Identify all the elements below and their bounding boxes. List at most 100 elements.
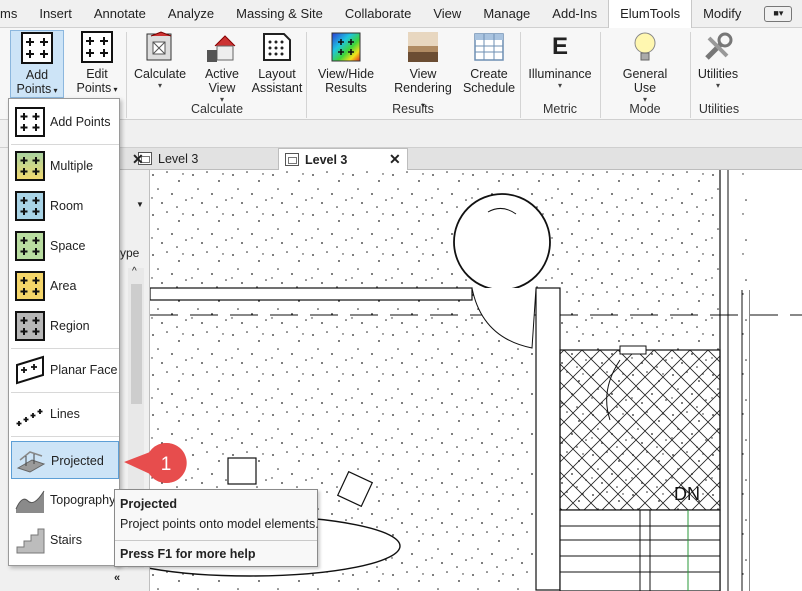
- menu-item-stairs[interactable]: Stairs: [11, 521, 119, 559]
- collapse-chevron-icon[interactable]: «: [114, 572, 120, 584]
- tab-ms[interactable]: ms: [0, 0, 28, 28]
- menu-item-add-points[interactable]: Add Points: [11, 103, 119, 141]
- utilities-button[interactable]: Utilities ▾: [696, 30, 740, 90]
- tab-level-3-a-label: Level 3: [158, 152, 199, 166]
- illuminance-button[interactable]: E Illuminance ▾: [526, 30, 594, 90]
- tab-insert[interactable]: Insert: [28, 0, 83, 28]
- group-label-metric: Metric: [542, 102, 578, 116]
- options-bar: [0, 120, 802, 148]
- tab-manage[interactable]: Manage: [472, 0, 541, 28]
- general-use-button[interactable]: General Use ▾: [610, 30, 680, 104]
- tab-level-3-a[interactable]: Level 3: [132, 148, 266, 170]
- stair-direction-label: DN: [674, 484, 700, 504]
- menu-separator: [11, 348, 119, 349]
- menu-item-label: Room: [50, 199, 84, 213]
- ribbon-toggle-icon[interactable]: ■▾: [764, 5, 793, 22]
- menu-item-label: Add Points: [50, 115, 111, 129]
- menu-item-label: Topography: [50, 493, 116, 507]
- view-rendering-label1: View: [409, 67, 437, 81]
- menu-item-planar-face[interactable]: Planar Face: [11, 351, 119, 389]
- menu-item-label: Multiple: [50, 159, 94, 173]
- add-points-button[interactable]: Add Points ▾: [10, 30, 64, 98]
- projected-points-icon: [16, 451, 46, 473]
- menu-item-label: Region: [50, 319, 90, 333]
- active-view-label2: View: [208, 81, 236, 95]
- edit-points-label2: Points: [76, 81, 112, 95]
- step-callout-badge: 1: [124, 443, 187, 483]
- menu-item-region[interactable]: Region: [11, 307, 119, 345]
- tooltip-divider: [115, 540, 317, 541]
- tab-level-3-b-label: Level 3: [305, 153, 348, 167]
- menu-separator: [11, 144, 119, 145]
- room-points-icon: [15, 191, 45, 221]
- layout-assistant-label1: Layout: [258, 67, 296, 81]
- tab-level-3-b[interactable]: Level 3 ✕: [278, 148, 408, 170]
- utilities-label: Utilities: [697, 67, 739, 81]
- menu-item-label: Planar Face: [50, 363, 118, 377]
- create-schedule-button[interactable]: Create Schedule: [462, 30, 516, 95]
- planar-face-icon: [16, 355, 44, 385]
- tab-close-icon[interactable]: ✕: [132, 148, 146, 170]
- house-icon: [207, 35, 236, 62]
- tab-collaborate[interactable]: Collaborate: [334, 0, 423, 28]
- edit-points-button[interactable]: Edit Points ▾: [70, 30, 124, 97]
- ribbon: Add Points ▾ Edit Points ▾ Calculate ▾ A…: [0, 28, 802, 120]
- menu-separator: [11, 436, 119, 437]
- active-view-button[interactable]: Active View ▾: [198, 30, 246, 104]
- topography-icon: [15, 490, 45, 513]
- panel-partial-label: ype: [120, 246, 140, 260]
- edit-points-label1: Edit: [86, 67, 108, 81]
- group-label-results: Results: [392, 102, 434, 116]
- layout-assistant-icon: [263, 33, 291, 61]
- view-tab-bar: Level 3 ✕ Level 3 ✕: [120, 148, 802, 170]
- layout-assistant-button[interactable]: Layout Assistant: [250, 30, 304, 95]
- general-use-label: General Use: [622, 67, 668, 95]
- menu-item-label: Lines: [50, 407, 80, 421]
- menu-item-space[interactable]: Space: [11, 227, 119, 265]
- menu-item-multiple[interactable]: Multiple: [11, 147, 119, 185]
- tab-analyze[interactable]: Analyze: [157, 0, 225, 28]
- panel-dropdown-caret-icon[interactable]: ▼: [136, 200, 144, 209]
- menu-item-lines[interactable]: Lines: [11, 395, 119, 433]
- menu-bar: ms Insert Annotate Analyze Massing & Sit…: [0, 0, 802, 28]
- multiple-points-icon: [15, 151, 45, 181]
- tab-annotate[interactable]: Annotate: [83, 0, 157, 28]
- menu-item-room[interactable]: Room: [11, 187, 119, 225]
- tab-view[interactable]: View: [422, 0, 472, 28]
- menu-item-projected[interactable]: Projected: [11, 441, 119, 479]
- ribbon-separator: [126, 32, 127, 118]
- tools-icon: [705, 32, 733, 60]
- tooltip-description: Project points onto model elements.: [120, 517, 319, 531]
- menu-item-topography[interactable]: Topography: [11, 481, 119, 519]
- calculate-label: Calculate: [133, 67, 187, 81]
- view-hide-results-button[interactable]: View/Hide Results: [314, 30, 378, 95]
- line-points-icon: [16, 409, 43, 426]
- menu-item-label: Area: [50, 279, 77, 293]
- tab-massing-site[interactable]: Massing & Site: [225, 0, 334, 28]
- view-hide-results-label1: View/Hide: [317, 67, 375, 81]
- tab-elumtools[interactable]: ElumTools: [608, 0, 693, 28]
- view-rendering-button[interactable]: View Rendering ▾: [392, 30, 454, 113]
- ribbon-separator: [306, 32, 307, 118]
- lightbulb-icon: [634, 32, 656, 61]
- tab-close-icon[interactable]: ✕: [389, 148, 401, 170]
- menu-separator: [11, 392, 119, 393]
- panel-scrollbar-thumb[interactable]: [131, 284, 142, 404]
- calculate-button[interactable]: Calculate ▾: [132, 30, 188, 90]
- tooltip-help: Press F1 for more help: [120, 547, 256, 561]
- scroll-up-chevron-icon[interactable]: ^: [132, 266, 137, 277]
- menu-item-label: Space: [50, 239, 86, 253]
- menu-item-label: Projected: [51, 454, 104, 468]
- tab-add-ins[interactable]: Add-Ins: [541, 0, 608, 28]
- plan-view-icon: [285, 153, 299, 166]
- rendering-icon: [408, 32, 438, 62]
- menu-item-area[interactable]: Area: [11, 267, 119, 305]
- tab-modify[interactable]: Modify: [692, 0, 752, 28]
- ribbon-separator: [690, 32, 691, 118]
- group-label-calculate: Calculate: [190, 102, 244, 116]
- grid-points-icon: [21, 32, 53, 64]
- ribbon-separator: [600, 32, 601, 118]
- edit-grid-icon: [81, 31, 113, 63]
- ribbon-separator: [520, 32, 521, 118]
- space-points-icon: [15, 231, 45, 261]
